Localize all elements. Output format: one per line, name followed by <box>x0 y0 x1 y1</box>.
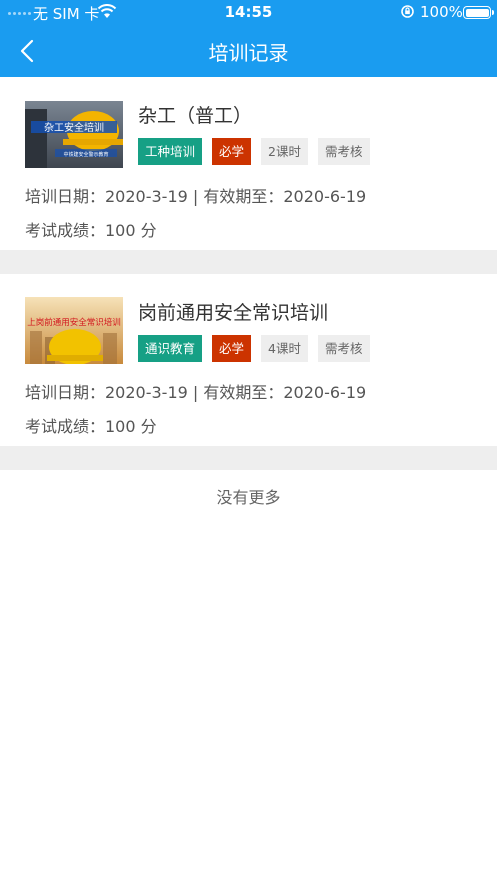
training-record-card[interactable]: 上岗前通用安全常识培训 岗前通用安全常识培训 通识教育 必学 4课时 需考核 培… <box>0 274 497 446</box>
exam-tag: 需考核 <box>317 138 370 165</box>
exam-score-line: 考试成绩：100 分 <box>25 221 157 240</box>
course-thumbnail: 杂工安全培训 中铁建安全警示教育 <box>25 101 123 168</box>
course-title: 岗前通用安全常识培训 <box>138 302 329 324</box>
thumb-subtitle-text: 中铁建安全警示教育 <box>63 151 108 158</box>
category-tag: 工种培训 <box>138 138 203 165</box>
exam-tag: 需考核 <box>317 335 370 362</box>
hours-tag: 4课时 <box>261 335 308 362</box>
section-divider <box>0 446 497 470</box>
battery-icon <box>463 6 494 19</box>
hours-tag: 2课时 <box>261 138 308 165</box>
exam-score-line: 考试成绩：100 分 <box>25 417 157 436</box>
no-more-text: 没有更多 <box>216 488 281 507</box>
battery-percent: 100% <box>420 3 463 21</box>
tag-row: 通识教育 必学 4课时 需考核 <box>138 335 370 362</box>
status-bar: 无 SIM 卡 14:55 100% <box>0 0 497 24</box>
training-date-line: 培训日期：2020-3-19 | 有效期至：2020-6-19 <box>25 383 367 402</box>
top-bar: 无 SIM 卡 14:55 100% 培训记录 <box>0 0 497 77</box>
section-divider <box>0 250 497 274</box>
required-tag: 必学 <box>212 335 252 362</box>
training-record-card[interactable]: 杂工安全培训 中铁建安全警示教育 杂工（普工） 工种培训 必学 2课时 需考核 … <box>0 77 497 250</box>
course-thumbnail: 上岗前通用安全常识培训 <box>25 297 123 364</box>
thumb-title-text: 杂工安全培训 <box>44 121 104 134</box>
page-title: 培训记录 <box>208 41 289 65</box>
rotation-lock-icon <box>401 5 414 18</box>
navigation-bar: 培训记录 <box>0 24 497 77</box>
required-tag: 必学 <box>212 138 252 165</box>
category-tag: 通识教育 <box>138 335 203 362</box>
course-title: 杂工（普工） <box>138 105 253 127</box>
tag-row: 工种培训 必学 2课时 需考核 <box>138 138 370 165</box>
training-date-line: 培训日期：2020-3-19 | 有效期至：2020-6-19 <box>25 187 367 206</box>
thumb-title-text: 上岗前通用安全常识培训 <box>27 317 121 328</box>
